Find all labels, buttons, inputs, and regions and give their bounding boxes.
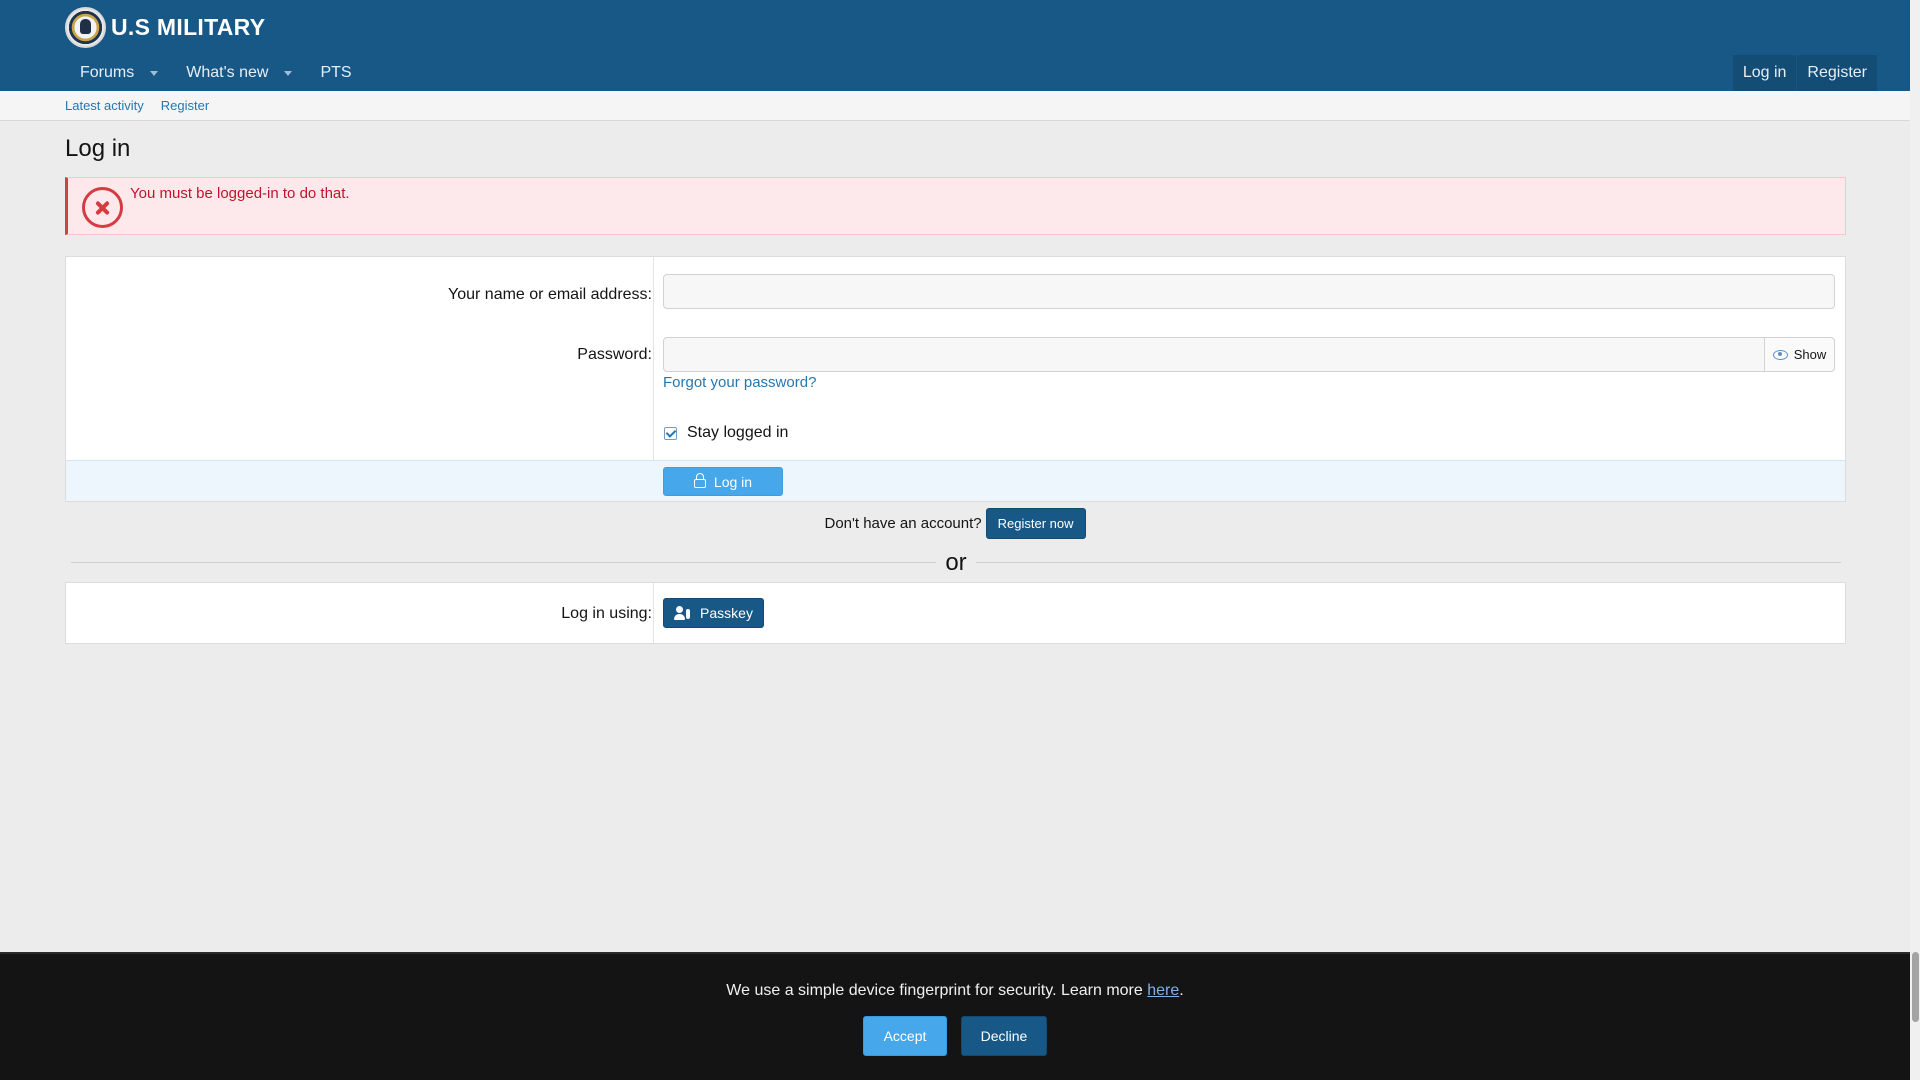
nav-whats-new-label: What's new (186, 64, 269, 81)
header-register-button[interactable]: Register (1797, 55, 1877, 91)
cookie-text-after: . (1179, 982, 1184, 999)
passkey-label: Passkey (700, 605, 753, 621)
scrollbar-thumb[interactable] (1912, 952, 1919, 1022)
show-password-label: Show (1793, 347, 1827, 362)
login-form: Your name or email address: Password: Sh… (65, 256, 1846, 502)
cookie-text: We use a simple device fingerprint for s… (0, 982, 1910, 1000)
error-message: You must be logged-in to do that. (130, 185, 350, 202)
caret-down-icon[interactable] (150, 70, 159, 76)
nav-forums[interactable]: Forums (66, 55, 172, 91)
show-password-toggle[interactable]: Show (1764, 338, 1834, 371)
main-nav: Forums What's new PTS (66, 55, 366, 91)
error-x-icon (82, 187, 123, 228)
cookie-actions: Accept Decline (0, 1016, 1910, 1056)
login-submit-label: Log in (713, 473, 753, 490)
cookie-accept-button[interactable]: Accept (863, 1016, 947, 1056)
eagle-emblem-icon (65, 7, 106, 48)
stay-logged-in-checkbox[interactable] (664, 427, 677, 440)
login-submit-button[interactable]: Log in (663, 467, 783, 496)
site-logo[interactable]: U.S MILITARY (65, 7, 265, 48)
login-using-label: Log in using: (561, 605, 652, 622)
password-label: Password: (577, 346, 652, 363)
register-prompt: Don't have an account? Register now (0, 508, 1910, 539)
passkey-divider (653, 583, 654, 643)
nav-pts[interactable]: PTS (306, 55, 365, 91)
error-message-block: You must be logged-in to do that. (65, 177, 1846, 235)
register-prompt-text: Don't have an account? (824, 515, 982, 532)
account-nav: Log in Register (1732, 55, 1877, 91)
form-submit-row: Log in (66, 460, 1845, 501)
logo-text: U.S MILITARY (111, 14, 266, 40)
password-field: Show (663, 337, 1835, 372)
page-scrollbar[interactable] (1910, 0, 1920, 1080)
site-header: U.S MILITARY Forums What's new PTS Log i… (0, 0, 1910, 91)
passkey-button[interactable]: Passkey (663, 598, 764, 628)
username-label: Your name or email address: (448, 286, 652, 303)
nav-pts-label: PTS (320, 64, 352, 81)
nav-whats-new[interactable]: What's new (172, 55, 306, 91)
subnav-latest-activity[interactable]: Latest activity (65, 98, 144, 113)
nav-forums-label: Forums (80, 64, 135, 81)
eye-icon (1772, 349, 1788, 360)
cookie-text-before: We use a simple device fingerprint for s… (726, 982, 1148, 999)
lock-icon (693, 473, 706, 488)
caret-down-icon[interactable] (284, 70, 293, 76)
sub-navigation: Latest activity Register (0, 91, 1910, 121)
passkey-login-block: Log in using: Passkey (65, 582, 1846, 644)
cookie-learn-more-link[interactable]: here (1147, 982, 1179, 999)
cookie-notice: We use a simple device fingerprint for s… (0, 952, 1910, 1080)
cookie-decline-button[interactable]: Decline (961, 1016, 1047, 1056)
header-login-button[interactable]: Log in (1732, 55, 1797, 91)
subnav-register[interactable]: Register (161, 98, 209, 113)
or-separator: or (71, 549, 1841, 576)
forgot-password-link[interactable]: Forgot your password? (663, 374, 816, 391)
password-input[interactable] (664, 338, 1766, 371)
page-title: Log in (65, 135, 131, 162)
or-text: or (945, 549, 967, 576)
username-input[interactable] (663, 274, 1835, 309)
form-divider (653, 257, 654, 460)
register-now-button[interactable]: Register now (985, 508, 1086, 539)
user-key-icon (674, 606, 692, 620)
stay-logged-in-label[interactable]: Stay logged in (687, 424, 788, 442)
